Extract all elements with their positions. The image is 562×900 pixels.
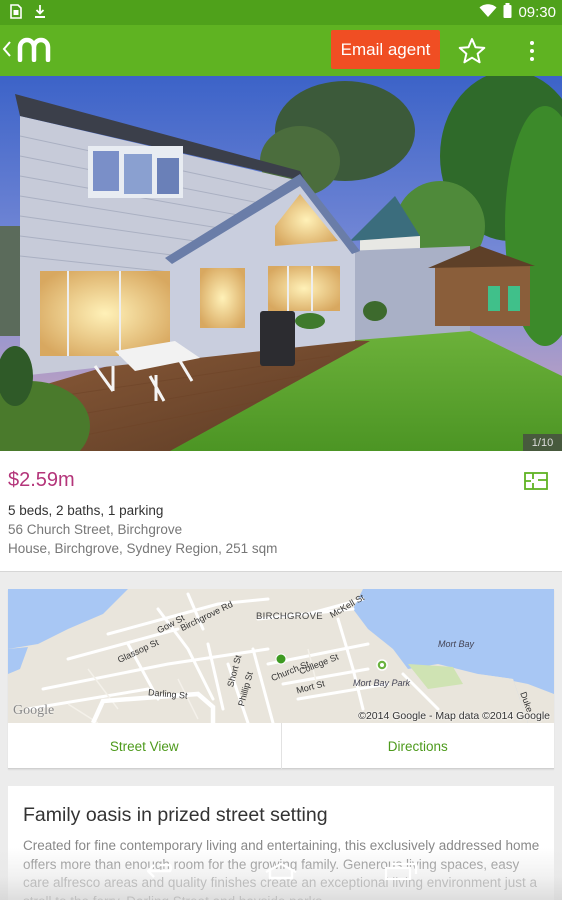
directions-button[interactable]: Directions — [280, 723, 555, 769]
map-tiles — [8, 589, 554, 723]
listing-price: $2.59m — [8, 469, 75, 491]
more-options-icon[interactable] — [522, 38, 542, 64]
map-label: Mort Bay Park — [353, 678, 411, 688]
map-actions: Street View Directions — [8, 723, 554, 769]
status-bar: 09:30 — [0, 0, 562, 25]
battery-icon — [503, 3, 512, 22]
map-label: Mort Bay — [438, 639, 475, 649]
status-time: 09:30 — [518, 4, 556, 21]
street-view-button[interactable]: Street View — [8, 723, 281, 769]
recents-nav-icon[interactable] — [384, 862, 418, 885]
location-card: Gow St Birchgrove Rd Glassop St BIRCHGRO… — [8, 589, 554, 769]
up-button[interactable] — [0, 25, 62, 76]
location-map[interactable]: Gow St Birchgrove Rd Glassop St BIRCHGRO… — [8, 589, 554, 723]
chevron-left-icon — [2, 40, 12, 62]
map-label: BIRCHGROVE — [256, 611, 323, 622]
google-logo: Google — [13, 703, 55, 718]
property-photo-image — [0, 76, 562, 451]
app-bar: Email agent — [0, 25, 562, 76]
app-logo — [16, 34, 60, 67]
listing-summary: $2.59m 5 beds, 2 baths, 1 parking 56 Chu… — [0, 451, 562, 572]
map-copyright: ©2014 Google - Map data ©2014 Google — [358, 710, 550, 722]
listing-address: 56 Church Street, Birchgrove — [8, 522, 183, 537]
sim-card-icon — [10, 4, 22, 24]
listing-features: 5 beds, 2 baths, 1 parking — [8, 503, 164, 518]
floorplan-icon[interactable] — [524, 472, 548, 495]
listing-details: House, Birchgrove, Sydney Region, 251 sq… — [8, 541, 278, 556]
description-title: Family oasis in prized street setting — [23, 804, 328, 826]
download-icon — [34, 4, 46, 24]
wifi-icon — [479, 3, 497, 22]
system-nav-bar — [0, 848, 562, 900]
home-nav-icon[interactable] — [264, 862, 298, 885]
property-photo[interactable]: 1/10 — [0, 76, 562, 451]
back-nav-icon[interactable] — [146, 862, 178, 885]
favourite-star-icon[interactable] — [458, 37, 486, 69]
email-agent-button[interactable]: Email agent — [331, 30, 440, 69]
photo-counter: 1/10 — [523, 434, 562, 451]
